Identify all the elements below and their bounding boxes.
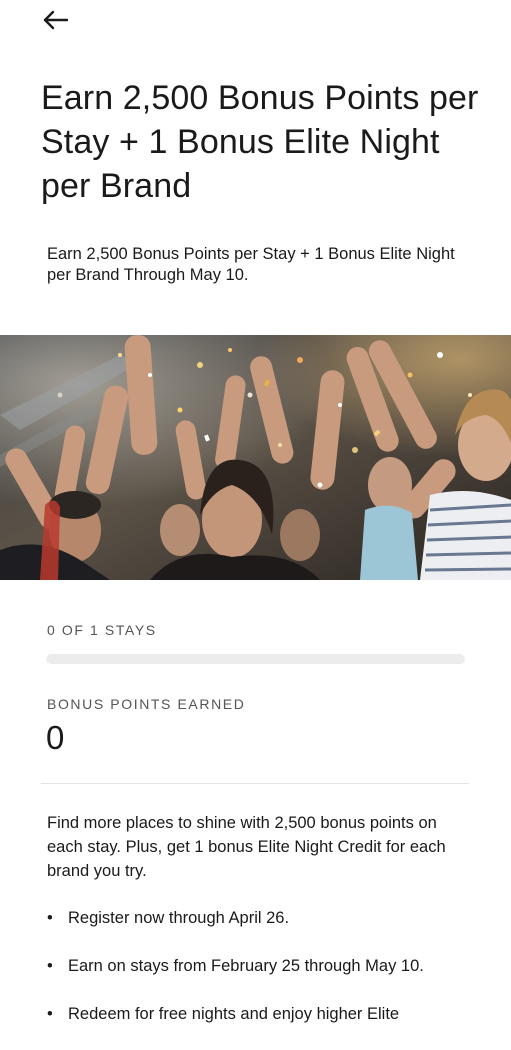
section-divider — [41, 783, 469, 784]
offer-title: Earn 2,500 Bonus Points per Stay + 1 Bon… — [41, 79, 479, 205]
hero-image — [0, 335, 511, 580]
bonus-points-label: BONUS POINTS EARNED — [47, 696, 246, 712]
arrow-left-icon — [43, 10, 69, 30]
stays-progress-label: 0 OF 1 STAYS — [47, 622, 157, 638]
list-item: • Register now through April 26. — [47, 906, 487, 930]
crowd-illustration — [0, 335, 511, 580]
list-item-text: Register now through April 26. — [68, 909, 290, 927]
list-item: • Earn on stays from February 25 through … — [47, 954, 487, 978]
bullet-icon: • — [47, 909, 53, 927]
offer-details-list: • Register now through April 26. • Earn on… — [47, 906, 487, 1050]
offer-subtitle: Earn 2,500 Bonus Points per Stay + 1 Bon… — [47, 245, 455, 284]
list-item-text: Earn on stays from February 25 through M… — [68, 957, 424, 975]
bonus-points-value: 0 — [46, 719, 65, 756]
list-item-text: Redeem for free nights and enjoy higher … — [68, 1005, 400, 1023]
offer-description: Find more places to shine with 2,500 bon… — [47, 814, 446, 880]
list-item: • Redeem for free nights and enjoy higher… — [47, 1002, 487, 1026]
stays-progress-bar — [46, 654, 465, 664]
back-button[interactable] — [40, 6, 72, 34]
bullet-icon: • — [47, 1005, 53, 1023]
bullet-icon: • — [47, 957, 53, 975]
